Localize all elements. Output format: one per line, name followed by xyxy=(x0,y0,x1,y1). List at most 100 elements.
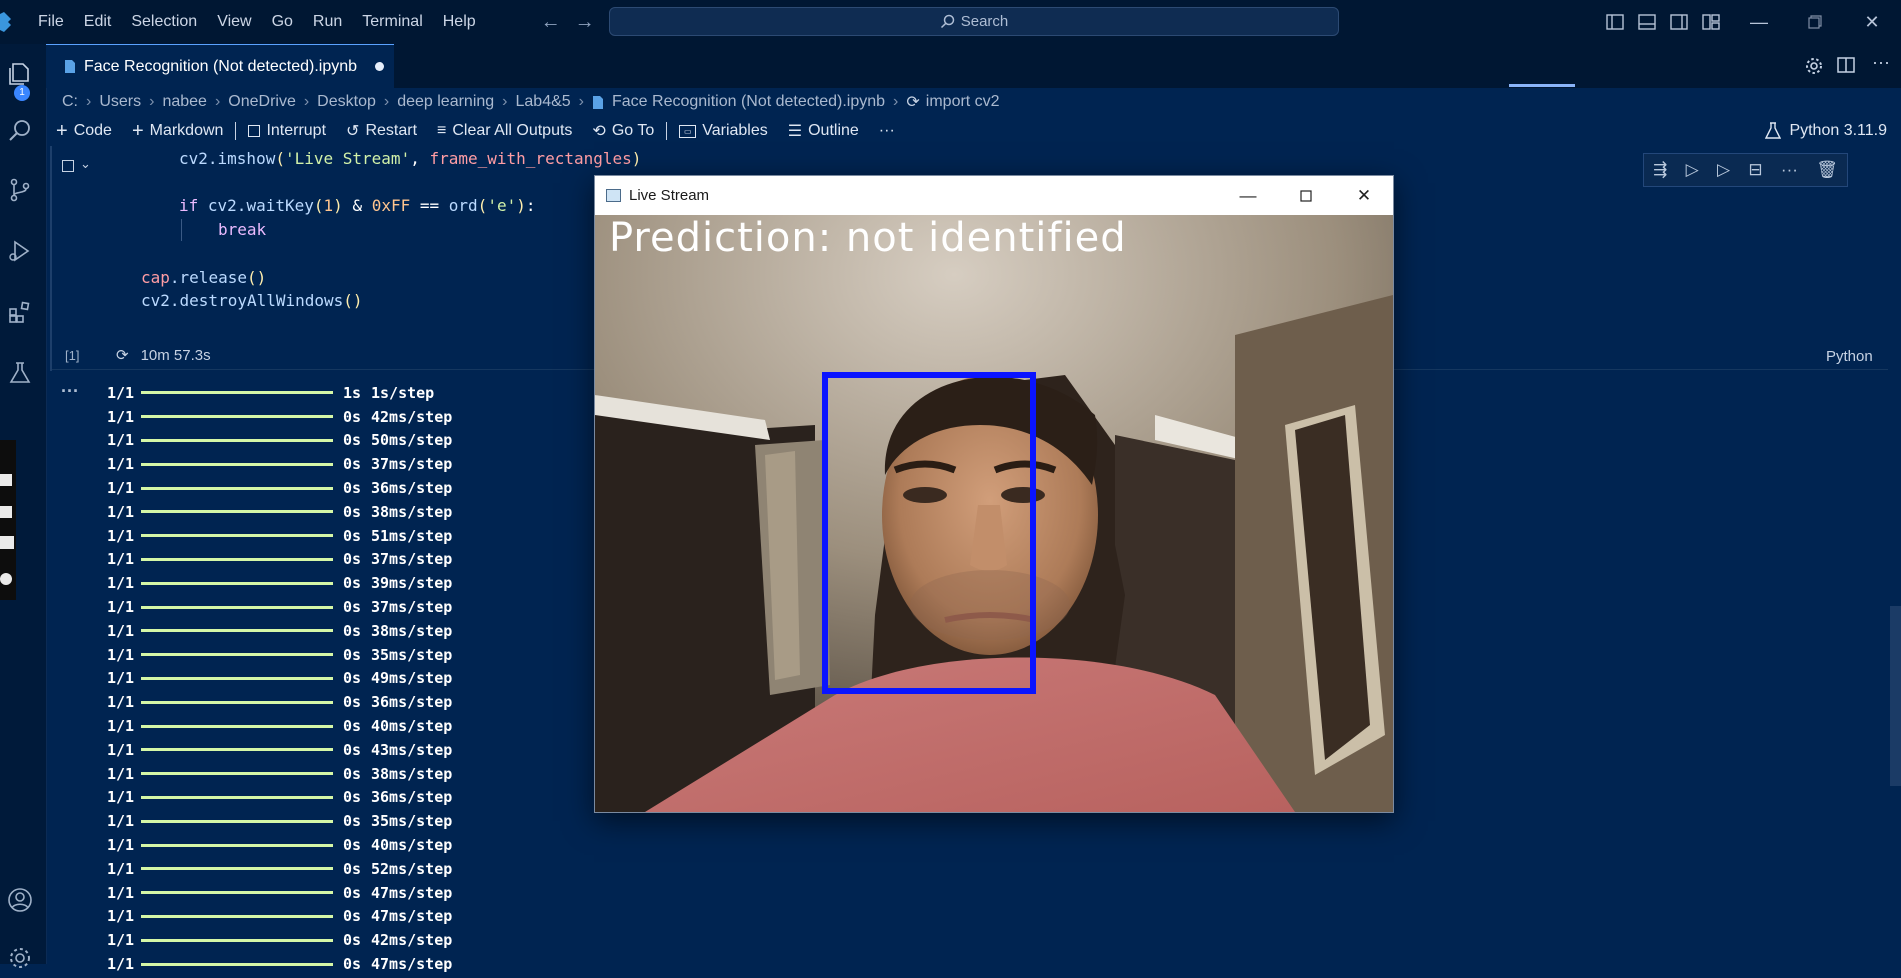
step-rate: 36ms/step xyxy=(371,479,453,498)
progress-bar xyxy=(141,415,333,419)
goto-label: Go To xyxy=(611,122,655,139)
toggle-panel-icon[interactable] xyxy=(1635,10,1659,34)
output-actions[interactable]: ··· xyxy=(61,381,79,402)
notebook-file-icon xyxy=(593,95,603,109)
minimize-icon[interactable]: — xyxy=(1219,176,1277,215)
crumb-notebook[interactable]: Face Recognition (Not detected).ipynb xyxy=(612,93,885,111)
tab-face-recognition[interactable]: Face Recognition (Not detected).ipynb xyxy=(46,44,394,88)
vscode-logo-icon[interactable] xyxy=(0,11,20,33)
progress-bar xyxy=(141,772,333,776)
menu-go[interactable]: Go xyxy=(262,0,303,44)
cell-collapse-checkbox[interactable] xyxy=(62,160,74,172)
restore-icon[interactable] xyxy=(1803,10,1827,34)
webcam-image xyxy=(595,215,1393,812)
step-count: 1/1 xyxy=(107,574,135,593)
toolbar-more-button[interactable]: ··· xyxy=(869,116,905,146)
cell-language[interactable]: Python xyxy=(1826,348,1873,365)
add-markdown-cell-button[interactable]: + Markdown xyxy=(122,116,234,146)
vertical-scrollbar[interactable] xyxy=(1890,606,1901,786)
menu-help[interactable]: Help xyxy=(433,0,486,44)
search-icon[interactable] xyxy=(0,111,40,151)
explorer-icon[interactable]: 1 xyxy=(0,54,40,101)
execution-count: [1] xyxy=(65,348,80,363)
code-token: cap xyxy=(141,268,170,287)
split-editor-icon[interactable] xyxy=(1837,56,1857,76)
cell-more-icon[interactable]: ··· xyxy=(1781,160,1798,180)
crumb-drive[interactable]: C: xyxy=(62,93,78,111)
toggle-secondary-sidebar-icon[interactable] xyxy=(1667,10,1691,34)
code-line[interactable]: break xyxy=(218,220,266,239)
variables-button[interactable]: ▭ Variables xyxy=(669,116,778,146)
forward-arrow-icon[interactable]: → xyxy=(568,11,602,34)
code-line[interactable]: cv2.destroyAllWindows() xyxy=(141,291,363,310)
restart-button[interactable]: ↺ Restart xyxy=(336,116,427,146)
kernel-picker[interactable]: Python 3.11.9 xyxy=(1765,116,1887,146)
testing-flask-icon[interactable] xyxy=(0,353,40,393)
menu-file[interactable]: File xyxy=(28,0,74,44)
crumb-onedrive[interactable]: OneDrive xyxy=(228,93,296,111)
code-token: == xyxy=(410,196,449,215)
step-rate: 47ms/step xyxy=(371,883,453,902)
menu-view[interactable]: View xyxy=(207,0,261,44)
crumb-user[interactable]: nabee xyxy=(162,93,207,111)
code-line[interactable]: cv2.imshow('Live Stream', frame_with_rec… xyxy=(179,149,641,168)
code-line[interactable]: cap.release() xyxy=(141,268,266,287)
output-line: 1/1 0s 42ms/step xyxy=(107,405,452,429)
crumb-desktop[interactable]: Desktop xyxy=(317,93,376,111)
crumb-lab[interactable]: Lab4&5 xyxy=(516,93,571,111)
step-time: 0s xyxy=(343,598,362,617)
toggle-primary-sidebar-icon[interactable] xyxy=(1603,10,1627,34)
interrupt-button[interactable]: Interrupt xyxy=(238,116,336,146)
menu-edit[interactable]: Edit xyxy=(74,0,122,44)
menu-run[interactable]: Run xyxy=(303,0,352,44)
progress-bar xyxy=(141,534,333,538)
execute-above-icon[interactable]: ▷ xyxy=(1686,160,1699,180)
step-time: 0s xyxy=(343,717,362,736)
step-time: 0s xyxy=(343,621,362,640)
run-debug-icon[interactable] xyxy=(0,231,40,271)
outline-label: Outline xyxy=(808,122,859,139)
back-arrow-icon[interactable]: ← xyxy=(534,11,568,34)
step-time: 0s xyxy=(343,645,362,664)
close-icon[interactable]: ✕ xyxy=(1335,176,1393,215)
customize-layout-icon[interactable] xyxy=(1699,10,1723,34)
chevron-down-icon[interactable]: ⌄ xyxy=(80,156,91,172)
execution-status: ⟳ 10m 57.3s xyxy=(116,346,211,365)
delete-cell-trash-icon[interactable]: 🗑 xyxy=(1816,160,1838,180)
maximize-icon[interactable] xyxy=(1277,176,1335,215)
execute-below-icon[interactable]: ▷ xyxy=(1717,160,1730,180)
crumb-users[interactable]: Users xyxy=(99,93,141,111)
menu-terminal[interactable]: Terminal xyxy=(352,0,432,44)
live-stream-titlebar[interactable]: Live Stream — ✕ xyxy=(595,176,1393,215)
source-control-icon[interactable] xyxy=(0,170,40,210)
crumb-cell[interactable]: import cv2 xyxy=(926,93,1000,111)
clear-all-outputs-button[interactable]: ≡ Clear All Outputs xyxy=(427,116,582,146)
add-code-cell-button[interactable]: + Code xyxy=(46,116,122,146)
extensions-icon[interactable] xyxy=(0,292,40,332)
progress-indicator xyxy=(1509,84,1575,87)
step-time: 0s xyxy=(343,502,362,521)
code-line[interactable]: if cv2.waitKey(1) & 0xFF == ord('e'): xyxy=(179,196,536,215)
run-by-line-icon[interactable]: ⇶ xyxy=(1653,160,1667,180)
kernel-label: Python 3.11.9 xyxy=(1789,122,1887,139)
output-line: 1/1 0s 50ms/step xyxy=(107,429,452,453)
step-count: 1/1 xyxy=(107,717,135,736)
minimize-icon[interactable]: — xyxy=(1747,10,1771,34)
close-icon[interactable]: ✕ xyxy=(1860,10,1884,34)
manage-gear-icon[interactable] xyxy=(0,938,40,978)
split-cell-icon[interactable]: ⊟ xyxy=(1748,160,1762,180)
notebook-settings-gear-icon[interactable] xyxy=(1804,56,1824,76)
output-line: 1/1 0s 38ms/step xyxy=(107,500,452,524)
crumb-deep-learning[interactable]: deep learning xyxy=(397,93,494,111)
outline-button[interactable]: ☰ Outline xyxy=(778,116,869,146)
accounts-icon[interactable] xyxy=(0,880,40,920)
unsaved-dot-icon[interactable] xyxy=(375,62,385,71)
clear-all-icon: ≡ xyxy=(437,122,447,139)
chevron-right-icon: › xyxy=(303,93,310,110)
more-actions-icon[interactable]: ··· xyxy=(1872,52,1890,73)
go-to-button[interactable]: ⟲ Go To xyxy=(582,116,664,146)
command-center-search[interactable]: Search xyxy=(609,7,1339,36)
explorer-badge: 1 xyxy=(14,85,30,101)
menu-selection[interactable]: Selection xyxy=(121,0,207,44)
search-icon xyxy=(940,14,954,29)
